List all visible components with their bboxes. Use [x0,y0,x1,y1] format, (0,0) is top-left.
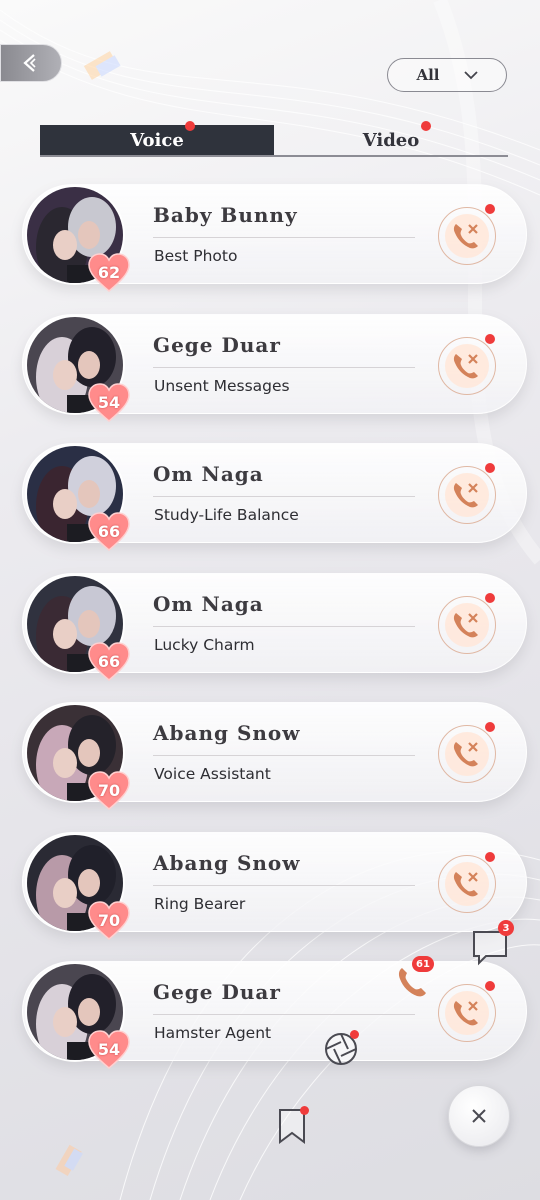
close-menu-button[interactable] [448,1085,510,1147]
phone-button[interactable]: 61 [392,956,434,1002]
back-button[interactable] [0,44,62,82]
affinity-level: 66 [87,512,131,552]
caller-name: Om Naga [153,462,264,486]
affinity-level: 70 [87,900,131,941]
divider [153,884,415,886]
divider [153,366,415,368]
phone-badge: 61 [412,956,434,972]
affinity-level-value: 70 [97,781,121,800]
call-card[interactable]: 62 Baby Bunny Best Photo [22,184,527,292]
caller-name: Gege Duar [153,980,281,1004]
missed-call-button[interactable] [438,722,496,783]
call-topic: Study-Life Balance [154,506,299,524]
chevron-down-icon [463,71,478,80]
chat-button[interactable]: 3 [470,920,514,966]
call-topic: Unsent Messages [154,376,290,395]
tab-video-label: Video [362,129,420,151]
phone-missed-icon [453,871,478,896]
affinity-level-value: 66 [97,651,121,671]
affinity-level: 54 [87,1030,131,1070]
missed-call-button[interactable] [438,851,496,913]
filter-dropdown[interactable]: All [387,58,507,92]
caller-name: Gege Duar [153,332,281,357]
affinity-level: 70 [87,771,131,811]
notification-dot [300,1106,309,1115]
notification-dot [485,851,495,862]
chat-badge: 3 [498,920,514,936]
divider [153,625,415,627]
divider [153,237,415,238]
close-icon [472,1109,486,1123]
phone-missed-icon [453,612,478,637]
missed-call-button[interactable] [438,981,496,1042]
call-topic: Voice Assistant [154,765,271,783]
call-card[interactable]: 70 Abang Snow Ring Bearer [22,831,527,940]
call-card[interactable]: 66 Om Naga Lucky Charm [22,572,527,681]
notification-dot [485,981,495,991]
call-topic: Lucky Charm [154,635,255,654]
affinity-level: 66 [87,641,131,682]
affinity-level-value: 54 [97,392,121,412]
caller-name: Om Naga [153,591,264,616]
caller-name: Baby Bunny [153,203,298,227]
missed-call-button[interactable] [438,204,496,265]
aperture-button[interactable] [322,1030,360,1068]
call-card[interactable]: 66 Om Naga Study-Life Balance [22,443,527,551]
call-card[interactable]: 70 Abang Snow Voice Assistant [22,702,527,810]
divider [153,755,415,756]
affinity-level-value: 70 [97,910,121,930]
filter-label: All [416,66,440,84]
notification-dot [485,204,495,214]
tab-divider [40,155,508,157]
affinity-level: 62 [87,253,131,293]
call-type-tabs: Voice Video [40,121,508,157]
phone-missed-icon [453,353,478,378]
caller-name: Abang Snow [153,721,301,745]
caller-name: Abang Snow [153,850,301,875]
affinity-level: 54 [87,382,131,423]
notification-dot [350,1030,359,1039]
missed-call-button[interactable] [438,463,496,524]
tab-voice-label: Voice [130,129,184,151]
phone-missed-icon [453,1001,478,1026]
divider [153,1014,415,1015]
phone-missed-icon [453,224,478,249]
affinity-level-value: 54 [97,1040,121,1059]
notification-dot [421,121,431,131]
affinity-level-value: 66 [97,522,121,541]
phone-missed-icon [453,483,478,508]
call-topic: Best Photo [154,247,238,265]
divider [153,496,415,497]
call-topic: Hamster Agent [154,1024,272,1042]
notification-dot [485,592,495,603]
tab-voice[interactable]: Voice [40,121,274,155]
call-topic: Ring Bearer [154,894,246,913]
notification-dot [185,121,195,131]
notification-dot [485,463,495,473]
missed-call-button[interactable] [438,592,496,654]
affinity-level-value: 62 [97,263,121,282]
notification-dot [485,722,495,732]
bookmark-button[interactable] [274,1106,310,1146]
phone-missed-icon [453,742,478,767]
call-card[interactable]: 54 Gege Duar Unsent Messages [22,313,527,422]
notification-dot [485,333,495,344]
call-card[interactable]: 54 Gege Duar Hamster Agent [22,961,527,1069]
missed-call-button[interactable] [438,333,496,395]
back-icon [23,54,36,72]
tab-video[interactable]: Video [274,121,508,155]
